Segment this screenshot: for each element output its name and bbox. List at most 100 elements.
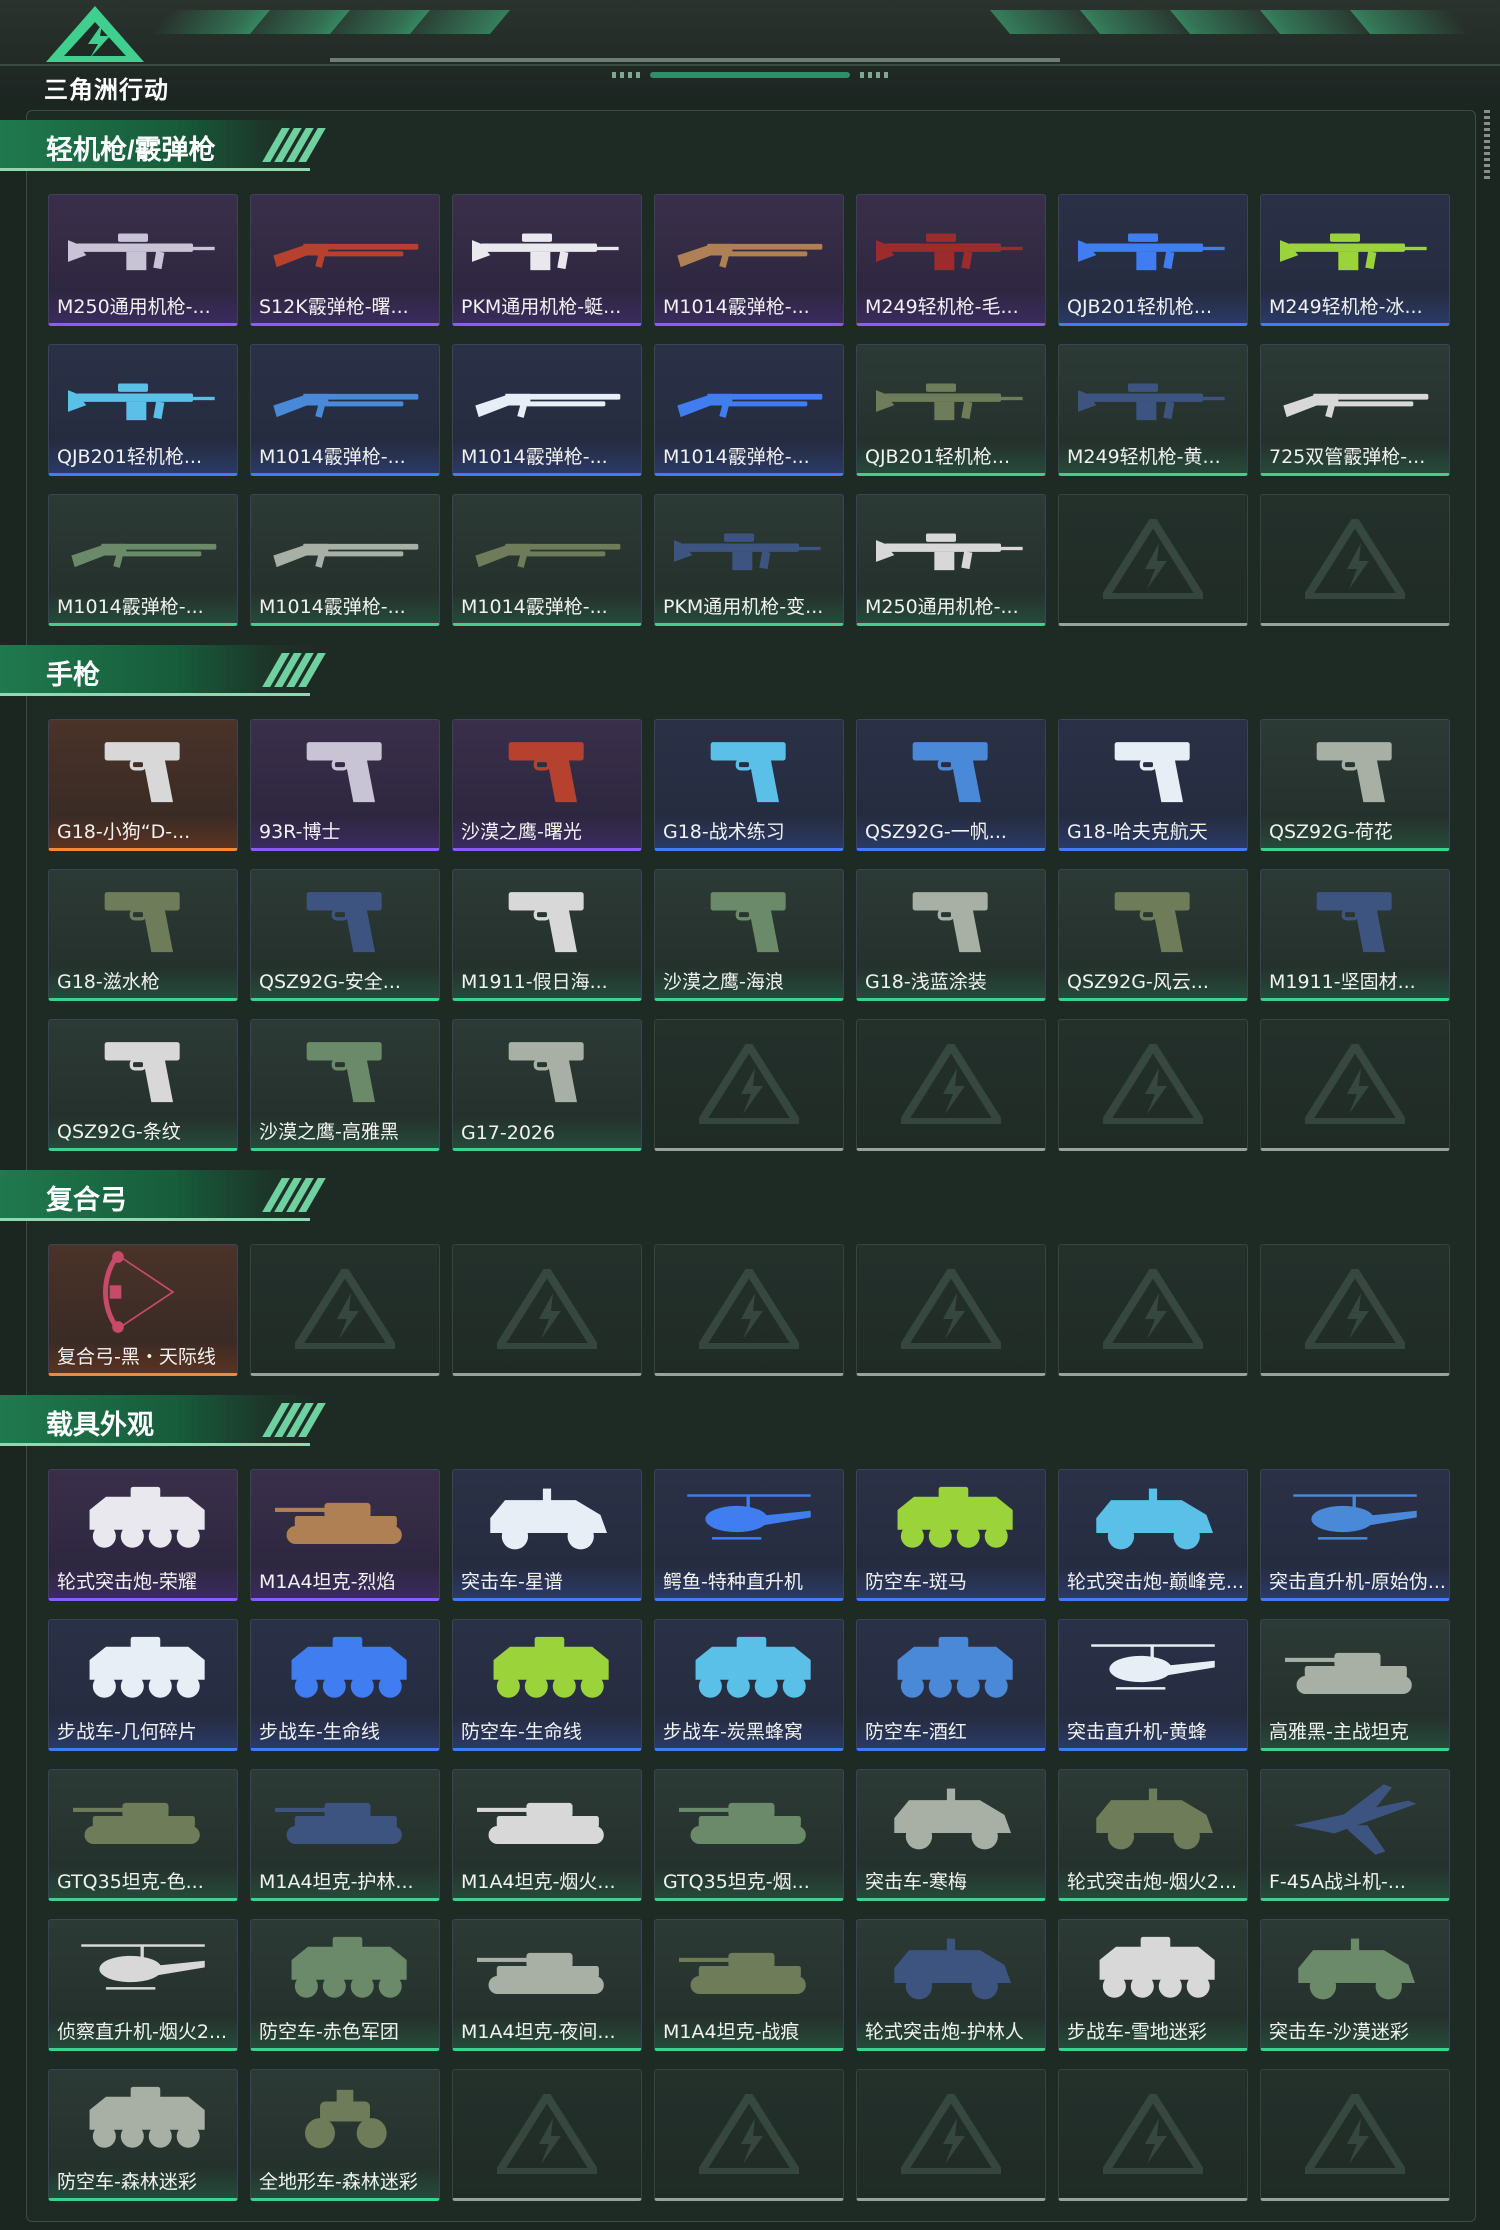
pistol-icon <box>506 1040 586 1104</box>
item-card[interactable]: 侦察直升机-烟火2... <box>48 1919 238 2051</box>
item-name: 防空车-酒红 <box>865 1721 967 1743</box>
section-header: 复合弓 <box>0 1170 330 1221</box>
item-card[interactable]: GTQ35坦克-色... <box>48 1769 238 1901</box>
item-card[interactable]: M1A4坦克-护林... <box>250 1769 440 1901</box>
placeholder-logo-icon <box>1305 519 1405 599</box>
item-card[interactable]: 全地形车-森林迷彩 <box>250 2069 440 2201</box>
pistol-icon <box>1112 740 1192 804</box>
placeholder-logo-icon <box>1305 1269 1405 1349</box>
item-card[interactable]: 轮式突击炮-烟火2... <box>1058 1769 1248 1901</box>
item-card[interactable]: F-45A战斗机-... <box>1260 1769 1450 1901</box>
item-card[interactable]: 防空车-生命线 <box>452 1619 642 1751</box>
item-name: 轮式突击炮-烟火2... <box>1067 1871 1238 1893</box>
item-card[interactable]: 突击直升机-黄蜂 <box>1058 1619 1248 1751</box>
item-card[interactable]: QJB201轻机枪... <box>48 344 238 476</box>
item-card[interactable]: M1014霰弹枪-... <box>654 194 844 326</box>
item-card[interactable]: 防空车-森林迷彩 <box>48 2069 238 2201</box>
item-card[interactable]: QSZ92G-一帆... <box>856 719 1046 851</box>
item-card[interactable]: G18-哈夫克航天 <box>1058 719 1248 851</box>
item-card[interactable]: PKM通用机枪-变... <box>654 494 844 626</box>
item-card[interactable]: 轮式突击炮-巅峰竞... <box>1058 1469 1248 1601</box>
item-card[interactable]: PKM通用机枪-蜓... <box>452 194 642 326</box>
item-card[interactable]: 鳄鱼-特种直升机 <box>654 1469 844 1601</box>
item-name: M1014霰弹枪-... <box>461 596 608 618</box>
item-card[interactable]: QJB201轻机枪... <box>1058 194 1248 326</box>
item-card[interactable]: M1014霰弹枪-... <box>452 494 642 626</box>
empty-slot <box>1058 1019 1248 1151</box>
item-card[interactable]: 防空车-酒红 <box>856 1619 1046 1751</box>
item-card[interactable]: M1014霰弹枪-... <box>654 344 844 476</box>
item-card[interactable]: 突击车-寒梅 <box>856 1769 1046 1901</box>
item-card[interactable]: S12K霰弹枪-曙... <box>250 194 440 326</box>
item-card[interactable]: 步战车-炭黑蜂窝 <box>654 1619 844 1751</box>
item-name: QJB201轻机枪... <box>1067 296 1212 318</box>
assault-car-icon <box>894 1788 1012 1850</box>
item-card[interactable]: 高雅黑-主战坦克 <box>1260 1619 1450 1751</box>
empty-slot <box>1260 1244 1450 1376</box>
header-dots <box>860 72 888 78</box>
item-card[interactable]: 轮式突击炮-荣耀 <box>48 1469 238 1601</box>
item-card[interactable]: M249轻机枪-毛... <box>856 194 1046 326</box>
item-card[interactable]: QSZ92G-风云... <box>1058 869 1248 1001</box>
item-name: M249轻机枪-冰... <box>1269 296 1423 318</box>
scrollbar[interactable] <box>1484 110 1490 180</box>
atv-icon <box>305 2089 387 2149</box>
item-card[interactable]: M1A4坦克-烟火... <box>452 1769 642 1901</box>
tank-icon <box>679 1802 806 1845</box>
item-card[interactable]: 突击直升机-原始伪... <box>1260 1469 1450 1601</box>
machine-gun-icon <box>876 233 1023 271</box>
fighter-jet-icon <box>1293 1784 1417 1855</box>
item-card[interactable]: G18-战术练习 <box>654 719 844 851</box>
pistol-icon <box>102 740 182 804</box>
item-card[interactable]: QSZ92G-安全... <box>250 869 440 1001</box>
item-card[interactable]: 防空车-赤色军团 <box>250 1919 440 2051</box>
item-card[interactable]: M250通用机枪-... <box>48 194 238 326</box>
placeholder-logo-icon <box>699 2094 799 2174</box>
item-card[interactable]: G18-浅蓝涂装 <box>856 869 1046 1001</box>
item-card[interactable]: 725双管霰弹枪-... <box>1260 344 1450 476</box>
empty-slot <box>856 1019 1046 1151</box>
header-center-bar <box>650 72 850 78</box>
item-card[interactable]: 防空车-斑马 <box>856 1469 1046 1601</box>
item-card[interactable]: QSZ92G-条纹 <box>48 1019 238 1151</box>
item-card[interactable]: M1A4坦克-夜间... <box>452 1919 642 2051</box>
item-name: M1014霰弹枪-... <box>259 446 406 468</box>
item-card[interactable]: M1A4坦克-烈焰 <box>250 1469 440 1601</box>
wheeled-vehicle-icon <box>291 1936 407 1998</box>
pistol-icon <box>506 740 586 804</box>
item-name: M250通用机枪-... <box>57 296 211 318</box>
item-card[interactable]: 步战车-几何碎片 <box>48 1619 238 1751</box>
item-card[interactable]: M1911-坚固材... <box>1260 869 1450 1001</box>
item-card[interactable]: M1014霰弹枪-... <box>250 344 440 476</box>
item-card[interactable]: M1A4坦克-战痕 <box>654 1919 844 2051</box>
item-card[interactable]: QJB201轻机枪... <box>856 344 1046 476</box>
item-card[interactable]: GTQ35坦克-烟... <box>654 1769 844 1901</box>
item-card[interactable]: M1014霰弹枪-... <box>250 494 440 626</box>
item-card[interactable]: 沙漠之鹰-海浪 <box>654 869 844 1001</box>
item-card[interactable]: QSZ92G-荷花 <box>1260 719 1450 851</box>
item-card[interactable]: 沙漠之鹰-高雅黑 <box>250 1019 440 1151</box>
item-card[interactable]: G18-小狗“D-... <box>48 719 238 851</box>
item-name: PKM通用机枪-变... <box>663 596 824 618</box>
item-card[interactable]: 突击车-沙漠迷彩 <box>1260 1919 1450 2051</box>
item-card[interactable]: 步战车-生命线 <box>250 1619 440 1751</box>
item-card[interactable]: G18-滋水枪 <box>48 869 238 1001</box>
item-card[interactable]: 轮式突击炮-护林人 <box>856 1919 1046 2051</box>
item-card[interactable]: M1014霰弹枪-... <box>452 344 642 476</box>
item-card[interactable]: M249轻机枪-黄... <box>1058 344 1248 476</box>
item-card[interactable]: 沙漠之鹰-曙光 <box>452 719 642 851</box>
machine-gun-icon <box>1078 233 1225 271</box>
item-card[interactable]: 突击车-星谱 <box>452 1469 642 1601</box>
item-card[interactable]: M249轻机枪-冰... <box>1260 194 1450 326</box>
item-card[interactable]: 复合弓-黑・天际线 <box>48 1244 238 1376</box>
item-card[interactable]: M1014霰弹枪-... <box>48 494 238 626</box>
item-card[interactable]: G17-2026 <box>452 1019 642 1151</box>
item-card[interactable]: M1911-假日海... <box>452 869 642 1001</box>
item-card[interactable]: M250通用机枪-... <box>856 494 1046 626</box>
item-card[interactable]: 步战车-雪地迷彩 <box>1058 1919 1248 2051</box>
placeholder-logo-icon <box>901 2094 1001 2174</box>
section-header-edge <box>0 1443 310 1446</box>
machine-gun-icon <box>876 533 1023 571</box>
item-name: M1014霰弹枪-... <box>259 596 406 618</box>
item-card[interactable]: 93R-博士 <box>250 719 440 851</box>
